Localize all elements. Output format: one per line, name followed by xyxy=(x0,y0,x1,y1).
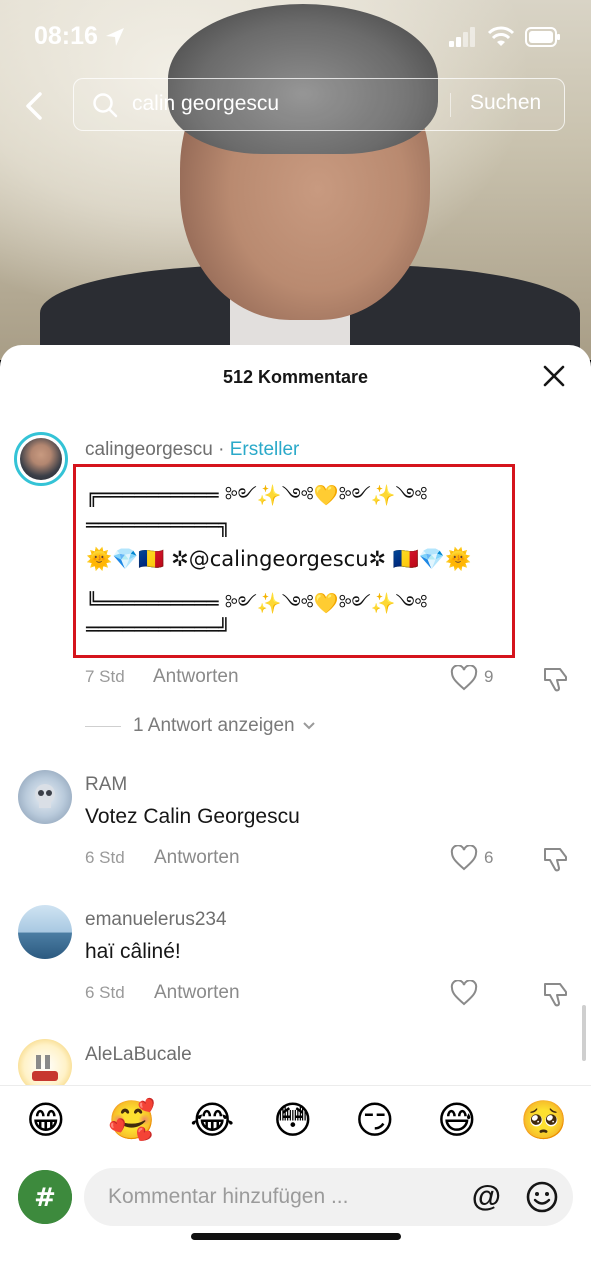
search-divider xyxy=(450,93,451,117)
comment-input-placeholder: Kommentar hinzufügen ... xyxy=(108,1185,349,1208)
heart-icon[interactable] xyxy=(450,845,478,871)
comment-text-line: ═══════════╝ xyxy=(86,617,231,641)
emoji-bar: 😁 🥰 😂 😳 😏 😅 🥺 xyxy=(0,1098,591,1158)
scrollbar[interactable] xyxy=(582,1005,586,1061)
back-chevron-icon[interactable] xyxy=(18,88,54,124)
thumbs-down-icon[interactable] xyxy=(542,665,570,693)
avatar[interactable] xyxy=(18,905,72,959)
comment-text-line: 🌞💎🇷🇴 ✲@calingeorgescu✲ 🇷🇴💎🌞 xyxy=(86,547,472,571)
emoji-grin-button[interactable]: 😁 xyxy=(26,1098,66,1142)
thumbs-down-icon[interactable] xyxy=(542,845,570,873)
user-avatar[interactable]: # xyxy=(18,1170,72,1224)
close-icon[interactable] xyxy=(541,363,567,389)
comment-text: haï câliné! xyxy=(85,940,181,963)
svg-text:#: # xyxy=(34,1183,56,1213)
comment-composer: 😁 🥰 😂 😳 😏 😅 🥺 # Kommentar hinzufügen ...… xyxy=(0,1085,591,1281)
comment-username[interactable]: emanuelerus234 xyxy=(85,909,227,931)
comment-text-line: ═══════════╗ xyxy=(86,513,231,537)
status-bar: 08:16 xyxy=(0,0,591,76)
comment-time: 6 Std xyxy=(85,983,125,1002)
like-count: 9 xyxy=(484,667,494,686)
comment-text: Votez Calin Georgescu xyxy=(85,805,300,828)
avatar[interactable] xyxy=(14,432,68,486)
emoji-sweat-smile-button[interactable]: 😅 xyxy=(437,1098,477,1142)
avatar[interactable] xyxy=(18,770,72,824)
wifi-icon xyxy=(487,26,515,46)
comment-time: 7 Std xyxy=(85,667,125,686)
location-arrow-icon xyxy=(106,28,124,46)
like-count: 6 xyxy=(484,848,494,867)
username-separator: · xyxy=(212,439,230,460)
emoji-picker-icon[interactable] xyxy=(525,1180,559,1214)
reply-button[interactable]: Antworten xyxy=(153,666,239,688)
search-bar[interactable]: calin georgescu Suchen xyxy=(73,78,565,131)
reply-button[interactable]: Antworten xyxy=(154,982,240,1004)
skull-image xyxy=(35,784,55,808)
home-indicator xyxy=(191,1233,401,1240)
view-replies-label: 1 Antwort anzeigen xyxy=(133,715,295,736)
emoji-smirk-button[interactable]: 😏 xyxy=(355,1098,395,1142)
comments-count-title: 512 Kommentare xyxy=(222,367,369,387)
mention-icon[interactable]: @ xyxy=(472,1180,501,1214)
emoji-flushed-button[interactable]: 😳 xyxy=(273,1098,313,1142)
reply-button[interactable]: Antworten xyxy=(154,847,240,869)
thumbs-down-icon[interactable] xyxy=(542,980,570,1008)
search-icon xyxy=(93,93,118,118)
highlight-box: ╔══════════ ༻✨༺💛༻✨༺ ═══════════╗ 🌞💎🇷🇴 ✲@… xyxy=(73,464,515,658)
comment-username[interactable]: AleLaBucale xyxy=(85,1044,192,1066)
hashtag-icon: # xyxy=(18,1170,72,1224)
creator-badge: Ersteller xyxy=(229,439,300,460)
comment-username[interactable]: RAM xyxy=(85,774,127,796)
signal-icon xyxy=(449,27,475,47)
emoji-hearts-button[interactable]: 🥰 xyxy=(108,1098,155,1143)
emoji-joy-button[interactable]: 😂 xyxy=(190,1098,234,1142)
heart-icon[interactable] xyxy=(450,980,478,1006)
battery-icon xyxy=(525,27,560,47)
search-submit-button[interactable]: Suchen xyxy=(470,91,541,115)
emoji-pleading-button[interactable]: 🥺 xyxy=(520,1098,567,1143)
comment-username[interactable]: calingeorgescu xyxy=(85,439,213,460)
status-time: 08:16 xyxy=(34,22,98,50)
comment-time: 6 Std xyxy=(85,848,125,867)
search-input[interactable]: calin georgescu xyxy=(132,92,279,116)
comment-input[interactable]: Kommentar hinzufügen ... @ xyxy=(84,1168,573,1226)
chevron-down-icon xyxy=(302,722,315,730)
view-replies-button[interactable]: 1 Antwort anzeigen xyxy=(85,715,317,737)
heart-icon[interactable] xyxy=(450,665,478,691)
